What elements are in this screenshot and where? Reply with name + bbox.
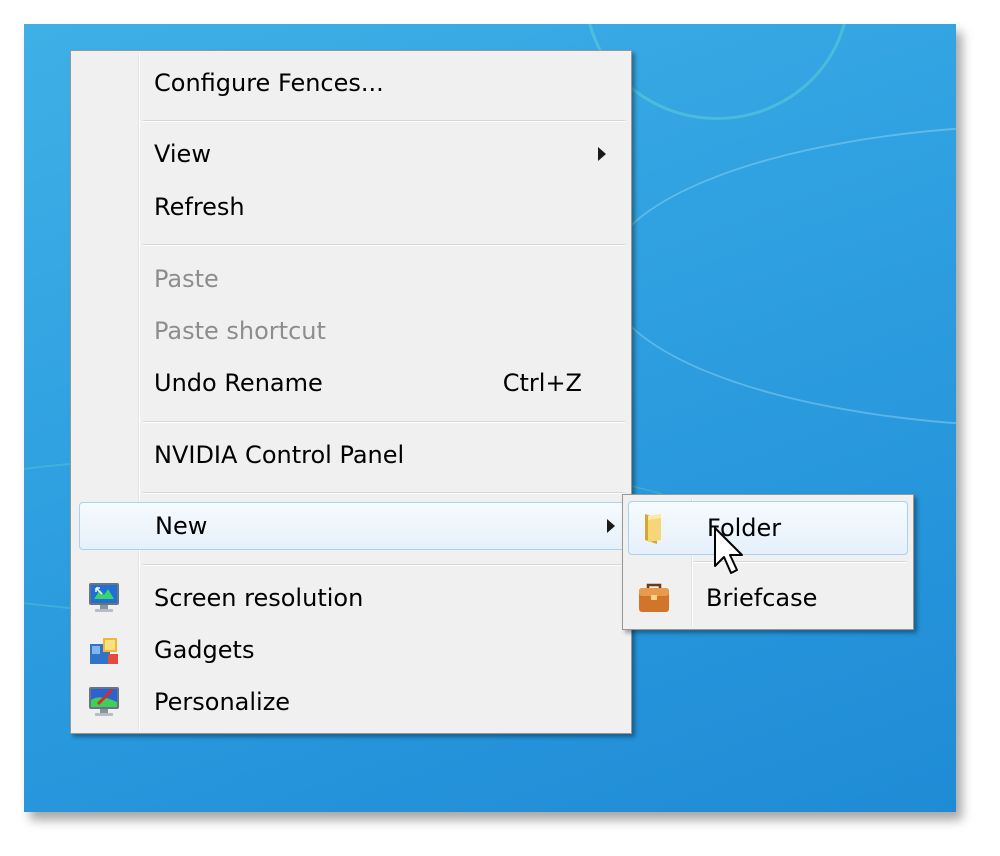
- menu-item-nvidia-control-panel[interactable]: NVIDIA Control Panel: [74, 431, 628, 479]
- submenu-arrow-icon: [607, 519, 615, 533]
- menu-item-label: Undo Rename: [154, 369, 323, 397]
- screen-resolution-icon: [89, 583, 119, 612]
- menu-item-personalize[interactable]: Personalize: [74, 678, 628, 726]
- personalize-icon: [89, 687, 119, 716]
- menu-separator: [143, 244, 625, 246]
- briefcase-icon: [639, 583, 669, 612]
- wallpaper-swirl: [604, 124, 956, 428]
- folder-icon: [645, 514, 661, 544]
- menu-item-screen-resolution[interactable]: Screen resolution: [74, 574, 628, 622]
- menu-separator: [143, 120, 625, 122]
- gadgets-icon: [90, 638, 118, 664]
- menu-item-view[interactable]: View: [74, 130, 628, 178]
- menu-item-paste-shortcut: Paste shortcut: [74, 307, 628, 355]
- menu-item-label: Paste shortcut: [154, 317, 326, 345]
- menu-item-new[interactable]: New: [79, 502, 633, 550]
- submenu-arrow-icon: [598, 147, 606, 161]
- menu-item-label: Paste: [154, 265, 219, 293]
- menu-item-refresh[interactable]: Refresh: [74, 183, 628, 231]
- menu-separator: [143, 564, 625, 566]
- menu-item-label: Personalize: [154, 688, 291, 716]
- mouse-pointer-icon: [714, 527, 743, 574]
- menu-item-label: Screen resolution: [154, 584, 364, 612]
- menu-item-shortcut: Ctrl+Z: [502, 369, 582, 397]
- submenu-item-briefcase[interactable]: Briefcase: [626, 571, 910, 625]
- menu-separator: [143, 492, 625, 494]
- submenu-item-label: Briefcase: [706, 584, 818, 612]
- menu-separator: [143, 421, 625, 423]
- desktop-context-menu: Configure Fences... View Refresh Paste P…: [70, 50, 633, 734]
- menu-item-undo-rename[interactable]: Undo Rename Ctrl+Z: [74, 359, 628, 407]
- new-submenu: Folder Briefcase: [622, 494, 914, 630]
- menu-item-configure-fences[interactable]: Configure Fences...: [74, 59, 628, 107]
- menu-item-label: View: [154, 140, 211, 168]
- menu-item-label: Gadgets: [154, 636, 255, 664]
- menu-item-label: Refresh: [154, 193, 245, 221]
- menu-item-label: New: [155, 512, 208, 540]
- menu-item-label: NVIDIA Control Panel: [154, 441, 405, 469]
- menu-item-gadgets[interactable]: Gadgets: [74, 626, 628, 674]
- menu-item-label: Configure Fences...: [154, 69, 384, 97]
- menu-item-paste: Paste: [74, 255, 628, 303]
- submenu-item-folder[interactable]: Folder: [628, 501, 908, 555]
